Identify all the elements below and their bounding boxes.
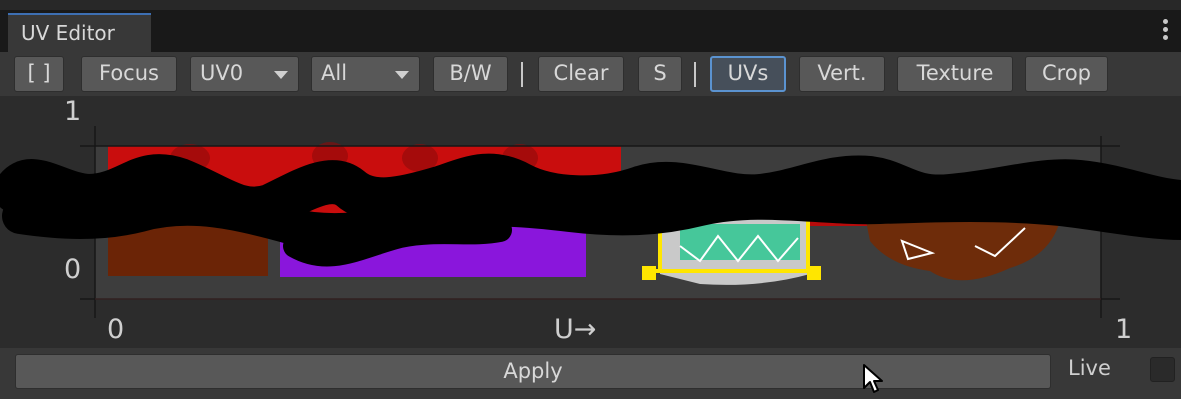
focus-button[interactable]: Focus (81, 56, 177, 92)
vert-button[interactable]: Vert. (799, 56, 885, 92)
crop-button[interactable]: Crop (1025, 56, 1108, 92)
bw-button[interactable]: B/W (433, 56, 508, 92)
frame-button[interactable]: [ ] (14, 56, 64, 92)
texture-button[interactable]: Texture (897, 56, 1013, 92)
v-max-label: 1 (64, 96, 82, 127)
uvs-button[interactable]: UVs (710, 56, 786, 92)
live-label: Live (1068, 356, 1111, 380)
filter-value: All (321, 61, 348, 85)
u-axis-label: U→ (554, 314, 597, 345)
filter-dropdown[interactable]: All (311, 56, 420, 92)
mouse-cursor-icon (863, 364, 883, 393)
u-max-label: 1 (1115, 314, 1133, 345)
bottom-bar: Apply Live (0, 348, 1181, 399)
uv-editor-window: UV Editor [ ] Focus UV0 All B/W Clear S … (0, 0, 1181, 399)
u-min-label: 0 (107, 314, 125, 345)
v-min-label: 0 (64, 254, 82, 285)
green-uv-island (680, 224, 800, 260)
uv-viewport (0, 126, 1181, 318)
vertical-ellipsis-icon[interactable] (1161, 19, 1169, 43)
tab-bar: UV Editor (0, 10, 1181, 52)
uv-channel-dropdown[interactable]: UV0 (190, 56, 299, 92)
chevron-down-icon (274, 71, 288, 79)
live-checkbox[interactable] (1150, 357, 1175, 382)
uv-channel-value: UV0 (200, 61, 244, 85)
chevron-down-icon (395, 71, 409, 79)
selection-handle-bottom-left[interactable] (642, 266, 656, 280)
tab-uv-editor[interactable]: UV Editor (8, 13, 151, 52)
uv-canvas[interactable]: 1 0 0 U→ 1 (0, 96, 1181, 348)
toolbar-separator (694, 62, 696, 87)
toolbar-separator (521, 62, 523, 87)
apply-button[interactable]: Apply (15, 354, 1051, 389)
clear-button[interactable]: Clear (538, 56, 624, 92)
s-button[interactable]: S (638, 56, 682, 92)
toolbar: [ ] Focus UV0 All B/W Clear S UVs Vert. … (0, 52, 1181, 96)
selection-handle-bottom-right[interactable] (807, 266, 821, 280)
